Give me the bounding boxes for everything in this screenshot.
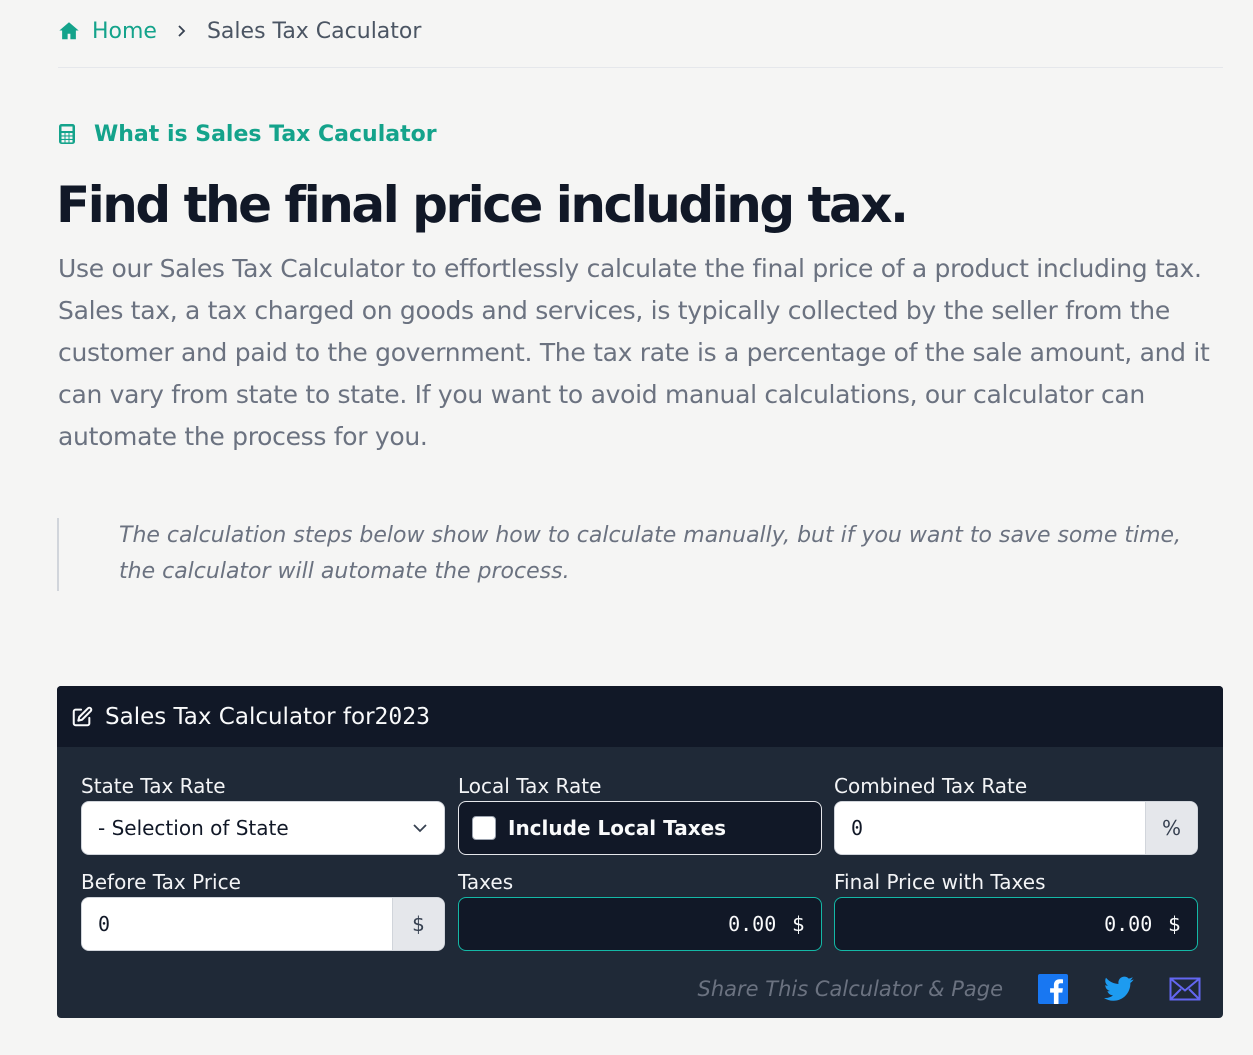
final-price-output: 0.00 $	[834, 897, 1198, 951]
blockquote-text: The calculation steps below show how to …	[119, 523, 1182, 584]
page-title: Find the final price including tax.	[56, 176, 909, 234]
email-icon[interactable]	[1169, 973, 1201, 1005]
calculator-header: Sales Tax Calculator for 2023	[57, 686, 1223, 747]
combined-tax-rate-input[interactable]: 0	[835, 802, 1145, 854]
state-select[interactable]: - Selection of State	[81, 801, 445, 855]
before-tax-price-field: Before Tax Price	[81, 868, 241, 896]
include-local-taxes-toggle[interactable]: Include Local Taxes	[458, 801, 822, 855]
calculator-year: 2023	[374, 703, 430, 730]
calculator-title: Sales Tax Calculator for	[105, 703, 375, 730]
combined-tax-rate-label: Combined Tax Rate	[834, 774, 1028, 798]
chevron-right-icon	[175, 24, 189, 38]
taxes-value: 0.00	[728, 912, 777, 936]
section-label: What is Sales Tax Caculator	[58, 116, 437, 152]
divider	[58, 67, 1223, 68]
before-tax-price-input[interactable]: 0	[82, 898, 392, 950]
final-price-unit: $	[1168, 912, 1181, 936]
state-tax-rate-field: State Tax Rate	[81, 772, 226, 800]
taxes-field: Taxes	[458, 868, 513, 896]
blockquote: The calculation steps below show how to …	[57, 518, 1223, 591]
edit-icon	[71, 706, 93, 728]
share-text: Share This Calculator & Page	[697, 977, 1003, 1001]
taxes-unit: $	[792, 912, 805, 936]
before-tax-price-group: 0 $	[81, 897, 445, 951]
breadcrumb-current: Sales Tax Caculator	[206, 18, 422, 44]
final-price-field: Final Price with Taxes	[834, 868, 1046, 896]
breadcrumb-home-link[interactable]: Home	[92, 19, 157, 44]
calculator-panel: Sales Tax Calculator for 2023 State Tax …	[57, 686, 1223, 1018]
taxes-label: Taxes	[458, 870, 514, 894]
combined-tax-rate-group: 0 %	[834, 801, 1198, 855]
home-icon[interactable]	[58, 20, 80, 42]
final-price-label: Final Price with Taxes	[834, 870, 1046, 894]
include-local-taxes-checkbox[interactable]	[472, 816, 496, 840]
intro-paragraph: Use our Sales Tax Calculator to effortle…	[58, 254, 1210, 451]
taxes-output: 0.00 $	[458, 897, 822, 951]
calculator-icon	[58, 123, 80, 145]
twitter-icon[interactable]	[1103, 973, 1135, 1005]
facebook-icon[interactable]	[1037, 973, 1069, 1005]
before-tax-price-label: Before Tax Price	[81, 870, 241, 894]
section-label-text: What is Sales Tax Caculator	[94, 121, 437, 147]
percent-addon: %	[1145, 802, 1197, 854]
state-tax-rate-label: State Tax Rate	[81, 774, 226, 798]
dollar-addon: $	[392, 898, 444, 950]
local-tax-rate-field: Local Tax Rate	[458, 772, 601, 800]
state-select-value: - Selection of State	[98, 816, 289, 840]
chevron-down-icon	[412, 820, 428, 836]
combined-tax-rate-field: Combined Tax Rate	[834, 772, 1027, 800]
include-local-taxes-label: Include Local Taxes	[508, 816, 727, 840]
local-tax-rate-label: Local Tax Rate	[458, 774, 602, 798]
final-price-value: 0.00	[1104, 912, 1153, 936]
share-bar: Share This Calculator & Page	[698, 972, 1201, 1006]
breadcrumb: Home Sales Tax Caculator	[58, 14, 421, 48]
